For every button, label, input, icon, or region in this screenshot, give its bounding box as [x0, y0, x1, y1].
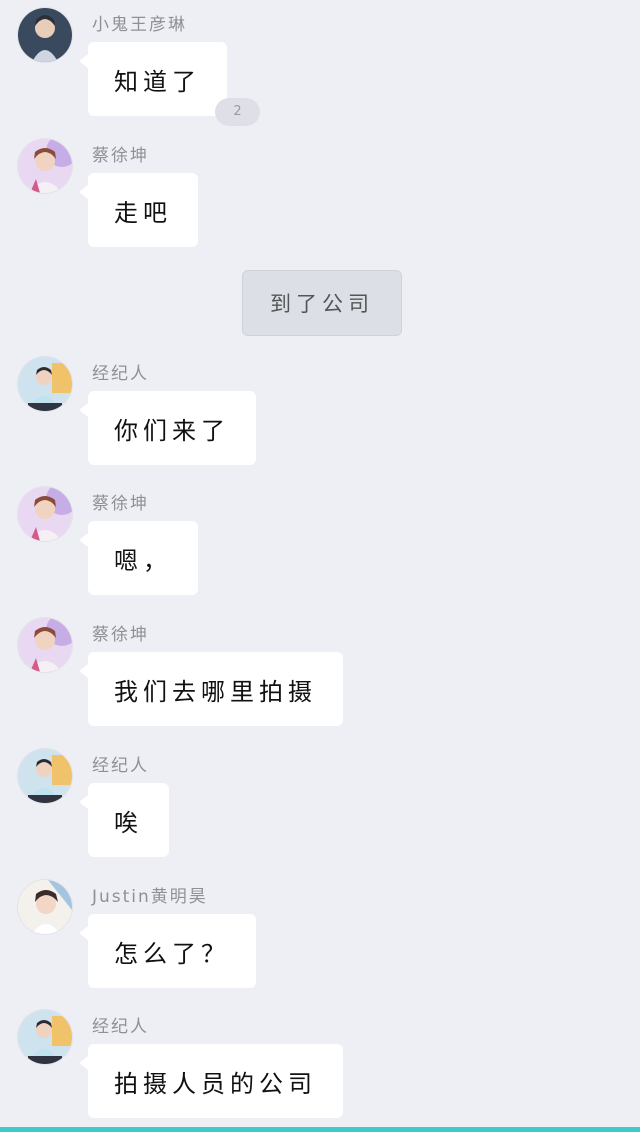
message-bubble[interactable]: 知道了	[79, 42, 227, 116]
sender-name: 蔡徐坤	[92, 494, 149, 514]
avatar-cai-xukun[interactable]	[18, 487, 72, 541]
bottom-accent-bar	[0, 1127, 640, 1132]
reply-count-badge[interactable]: 2	[215, 98, 260, 126]
narration-box: 到了公司	[242, 270, 402, 336]
sender-name: 经纪人	[92, 364, 149, 384]
sender-name: 蔡徐坤	[92, 625, 149, 645]
message-bubble[interactable]: 走吧	[79, 173, 198, 247]
message-bubble[interactable]: 怎么了？	[79, 914, 256, 988]
avatar-justin[interactable]	[18, 880, 72, 934]
avatar-cai-xukun[interactable]	[18, 618, 72, 672]
avatar-manager[interactable]	[18, 357, 72, 411]
avatar-cai-xukun[interactable]	[18, 139, 72, 193]
avatar-wang-yanlin[interactable]	[18, 8, 72, 62]
message-bubble[interactable]: 拍摄人员的公司	[79, 1044, 343, 1118]
avatar-manager[interactable]	[18, 749, 72, 803]
message-bubble[interactable]: 你们来了	[79, 391, 256, 465]
avatar-manager[interactable]	[18, 1010, 72, 1064]
message-bubble[interactable]: 我们去哪里拍摄	[79, 652, 343, 726]
sender-name: Justin黄明昊	[92, 887, 208, 907]
sender-name: 蔡徐坤	[92, 146, 149, 166]
sender-name: 经纪人	[92, 756, 149, 776]
message-bubble[interactable]: 嗯，	[79, 521, 198, 595]
message-bubble[interactable]: 唉	[79, 783, 169, 857]
sender-name: 小鬼王彦琳	[92, 15, 187, 35]
sender-name: 经纪人	[92, 1017, 149, 1037]
